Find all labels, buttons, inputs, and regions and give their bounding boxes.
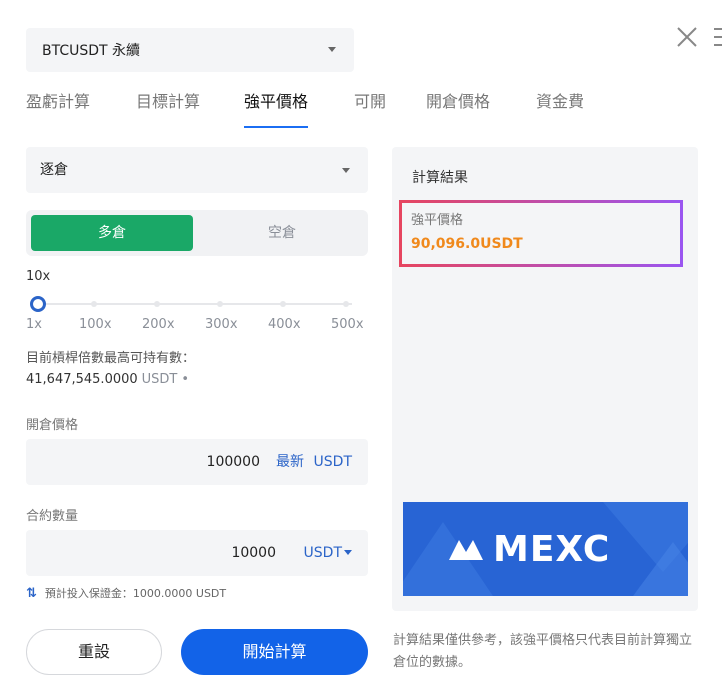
leverage-mark: 400x	[268, 317, 301, 332]
leverage-mark: 500x	[331, 317, 364, 332]
leverage-mark: 100x	[79, 317, 112, 332]
disclaimer-text: 計算結果僅供參考，該強平價格只代表目前計算獨立倉位的數據。	[393, 633, 693, 670]
tab-pnl[interactable]: 盈虧計算	[26, 86, 90, 128]
long-button[interactable]: 多倉	[31, 215, 193, 251]
leverage-mark: 300x	[205, 317, 238, 332]
liquidation-price-value: 90,096.0USDT	[411, 236, 523, 252]
active-tab-indicator	[244, 126, 309, 128]
latest-price-link[interactable]: 最新	[276, 439, 304, 485]
tab-funding[interactable]: 資金費	[536, 86, 584, 128]
slider-tick	[91, 301, 97, 307]
slider-tick	[280, 301, 286, 307]
entry-price-unit: USDT	[313, 454, 352, 470]
estimated-margin: ⇅ 預計投入保證金：1000.0000 USDT	[26, 585, 227, 601]
short-button[interactable]: 空倉	[201, 215, 363, 251]
chevron-down-icon	[342, 168, 350, 173]
pair-select[interactable]: BTCUSDT 永續	[26, 28, 354, 72]
entry-price-input[interactable]: 100000 最新 USDT	[26, 439, 368, 485]
reset-button[interactable]: 重設	[26, 629, 162, 675]
chevron-down-icon	[344, 550, 352, 555]
swap-arrows-icon[interactable]: ⇅	[26, 586, 37, 601]
leverage-slider[interactable]	[30, 295, 352, 313]
calculator-tabs: 盈虧計算 目標計算 強平價格 可開 開倉價格 資金費	[26, 86, 686, 128]
slider-tick	[343, 301, 349, 307]
close-icon[interactable]	[676, 26, 698, 48]
max-position-value: 41,647,545.0000 USDT •	[26, 372, 190, 387]
result-panel: 計算結果 強平價格 90,096.0USDT MEXC	[392, 147, 698, 611]
margin-mode-select[interactable]: 逐倉	[26, 147, 368, 193]
mexc-mark-icon	[449, 540, 483, 560]
tab-entry-price[interactable]: 開倉價格	[426, 86, 490, 128]
leverage-value: 10x	[26, 269, 51, 284]
liquidation-price-label: 強平價格	[411, 213, 464, 228]
slider-tick	[154, 301, 160, 307]
chevron-down-icon	[328, 47, 336, 52]
slider-track	[38, 303, 352, 305]
quantity-label: 合約數量	[26, 509, 79, 524]
slider-tick	[217, 301, 223, 307]
leverage-mark: 200x	[142, 317, 175, 332]
tab-liquidation[interactable]: 強平價格	[244, 86, 309, 128]
tab-max-open[interactable]: 可開	[354, 86, 386, 128]
result-title: 計算結果	[412, 170, 468, 186]
start-calculation-button[interactable]: 開始計算	[181, 629, 368, 675]
menu-icon[interactable]	[712, 26, 722, 48]
leverage-mark: 1x	[26, 317, 42, 332]
position-side-toggle: 多倉 空倉	[26, 210, 368, 256]
mexc-logo: MEXC	[447, 529, 610, 570]
liquidation-result-box: 強平價格 90,096.0USDT	[399, 200, 683, 267]
quantity-value: 10000	[231, 545, 276, 561]
entry-price-value: 100000	[206, 454, 260, 470]
tab-target[interactable]: 目標計算	[136, 86, 200, 128]
quantity-unit-select[interactable]: USDT	[304, 530, 342, 576]
slider-thumb[interactable]	[30, 296, 46, 312]
info-dot-icon: •	[181, 372, 190, 387]
quantity-input[interactable]: 10000 USDT	[26, 530, 368, 576]
max-position-label: 目前槓桿倍數最高可持有數：	[26, 351, 196, 366]
mexc-banner: MEXC	[403, 502, 688, 596]
margin-mode-label: 逐倉	[40, 162, 68, 178]
pair-label: BTCUSDT 永續	[42, 43, 141, 59]
entry-price-label: 開倉價格	[26, 418, 79, 433]
